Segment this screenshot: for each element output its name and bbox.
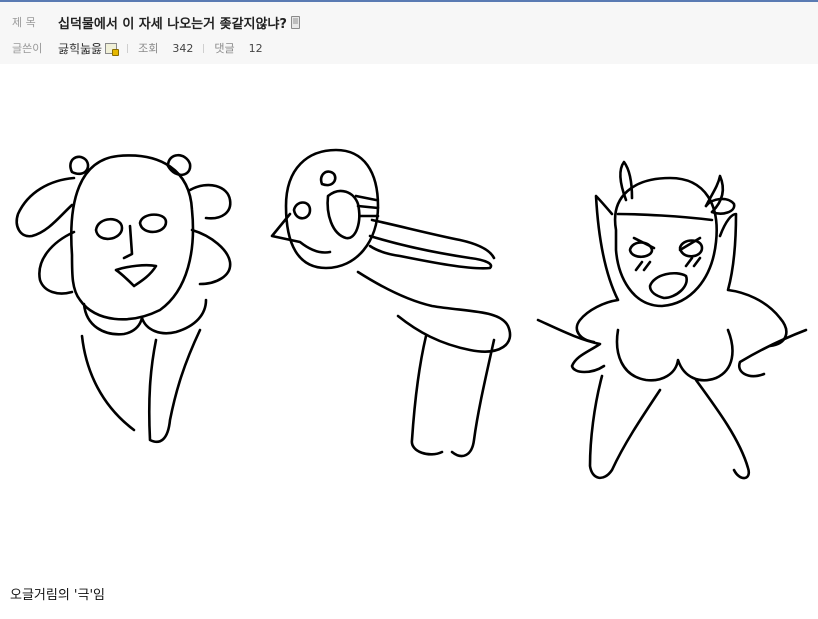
- post-caption: 오글거림의 '극'임: [10, 588, 105, 603]
- author-name[interactable]: 긇힉눏읋: [58, 40, 102, 57]
- figure-middle-body: [356, 270, 512, 353]
- figure-right-arm-left: [575, 194, 620, 344]
- figure-right-head: [613, 176, 718, 308]
- figure-middle-hair-side: [326, 189, 361, 240]
- figure-right-eye-left: [628, 241, 654, 259]
- title-label: 제 목: [12, 16, 36, 29]
- divider: [203, 43, 205, 53]
- figure-right-leg-right: [694, 378, 751, 480]
- figure-middle-eye: [292, 201, 312, 220]
- figure-right-headband: [616, 212, 714, 222]
- post-header: 제 목 십덕물에서 이 자세 나오는거 좆같지않냐? 글쓴이 긇힉눏읋 조회 3…: [0, 2, 818, 64]
- figure-right-chest: [615, 328, 734, 382]
- figure-right-mouth: [648, 272, 688, 300]
- figure-left-leg-left: [80, 334, 136, 432]
- figure-left-mouth: [114, 263, 158, 288]
- figure-right: [536, 160, 808, 480]
- figure-right-ahoge-left: [619, 160, 634, 202]
- post-title: 십덕물에서 이 자세 나오는거 좆같지않냐?: [58, 16, 287, 32]
- figure-right-blush: [634, 256, 702, 272]
- figure-left-hair-right: [188, 183, 232, 220]
- figure-middle-head: [284, 148, 380, 270]
- post-drawing: [15, 148, 808, 480]
- comments-count: 12: [248, 41, 263, 55]
- member-badge-icon: [105, 42, 120, 56]
- figure-left-arm-right: [190, 228, 232, 286]
- figure-middle-arm-lower: [368, 234, 493, 270]
- author-label: 글쓴이: [12, 42, 43, 55]
- figure-left-nose: [122, 224, 134, 260]
- figure-left-hair-left: [15, 176, 76, 238]
- figure-middle-ribbon: [319, 170, 337, 187]
- figure-left-bun-left: [69, 155, 90, 176]
- figure-right-ahoge-right: [704, 174, 725, 214]
- figure-right-leg-left: [588, 374, 662, 480]
- figure-left-eye-right: [138, 213, 168, 234]
- figure-left-eye-left: [94, 217, 124, 241]
- views-count: 342: [172, 41, 194, 55]
- figure-middle-bangs: [270, 212, 332, 254]
- divider: [127, 43, 129, 53]
- mobile-phone-icon: [290, 15, 300, 29]
- figure-middle-leg-back: [410, 334, 444, 456]
- title-row: 제 목 십덕물에서 이 자세 나오는거 좆같지않냐?: [12, 12, 300, 32]
- figure-middle-leg-front: [450, 338, 496, 458]
- figure-right-hip-right: [737, 328, 808, 378]
- views-label: 조회: [138, 42, 159, 55]
- comments-label: 댓글: [214, 42, 235, 55]
- figure-left-head: [70, 154, 195, 321]
- meta-row: 글쓴이 긇힉눏읋 조회 342 댓글 12: [12, 38, 263, 58]
- figure-left-leg-right: [147, 328, 202, 444]
- figure-left: [15, 153, 232, 444]
- figure-left-arm-left: [38, 230, 76, 295]
- figure-right-arm-right: [718, 212, 788, 348]
- figure-left-bun-right: [166, 153, 192, 177]
- figure-middle: [270, 148, 512, 458]
- figure-right-hip-left: [536, 318, 606, 374]
